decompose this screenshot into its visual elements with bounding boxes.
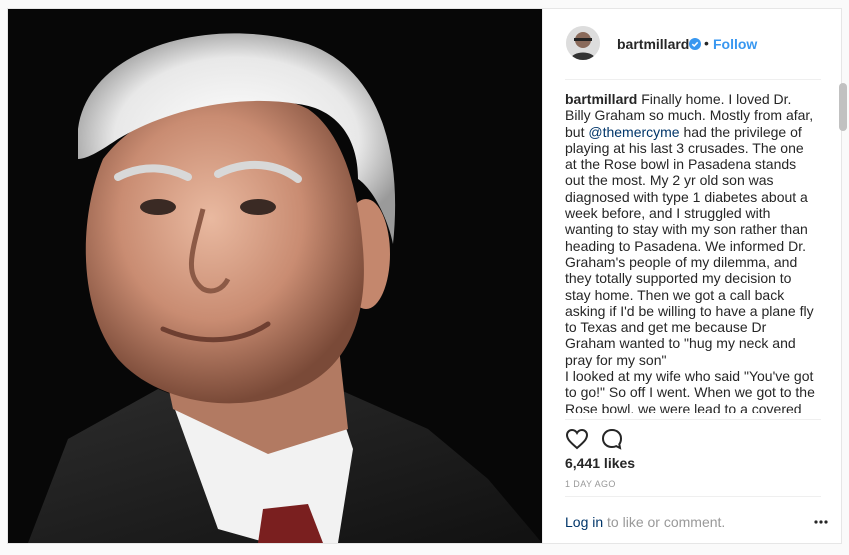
follow-button[interactable]: Follow <box>713 36 757 52</box>
avatar-image <box>566 26 600 60</box>
post-header: bartmillard • Follow <box>543 9 842 79</box>
caption-text-second-paragraph: I looked at my wife who said "You've got… <box>565 368 815 413</box>
avatar[interactable] <box>566 26 600 60</box>
post-sidebar: bartmillard • Follow bartmillard Finally… <box>542 9 847 543</box>
verified-badge-icon <box>689 38 701 50</box>
login-prompt-text: to like or comment. <box>603 514 726 530</box>
mention-link[interactable]: @themercyme <box>588 124 679 140</box>
comment-icon[interactable] <box>600 427 624 451</box>
username-link[interactable]: bartmillard <box>617 36 689 52</box>
scroll-thumb[interactable] <box>839 83 847 131</box>
login-prompt: Log in to like or comment. <box>565 514 725 530</box>
divider <box>565 79 821 80</box>
more-options-icon[interactable] <box>813 519 829 525</box>
timestamp[interactable]: 1 DAY AGO <box>565 479 616 489</box>
login-link[interactable]: Log in <box>565 514 603 530</box>
post-card: bartmillard • Follow bartmillard Finally… <box>7 8 847 544</box>
portrait-image <box>8 9 542 543</box>
caption-text-continued: had the privilege of playing at his last… <box>565 123 814 368</box>
caption-username[interactable]: bartmillard <box>565 91 637 107</box>
caption-area: bartmillard Finally home. I loved Dr. Bi… <box>565 91 815 413</box>
separator-dot: • <box>704 35 709 51</box>
likes-count[interactable]: 6,441 likes <box>565 455 635 471</box>
divider <box>565 496 821 497</box>
post-photo[interactable] <box>8 9 542 543</box>
scrollbar[interactable] <box>839 83 847 413</box>
heart-icon[interactable] <box>565 427 589 451</box>
divider <box>565 419 821 420</box>
